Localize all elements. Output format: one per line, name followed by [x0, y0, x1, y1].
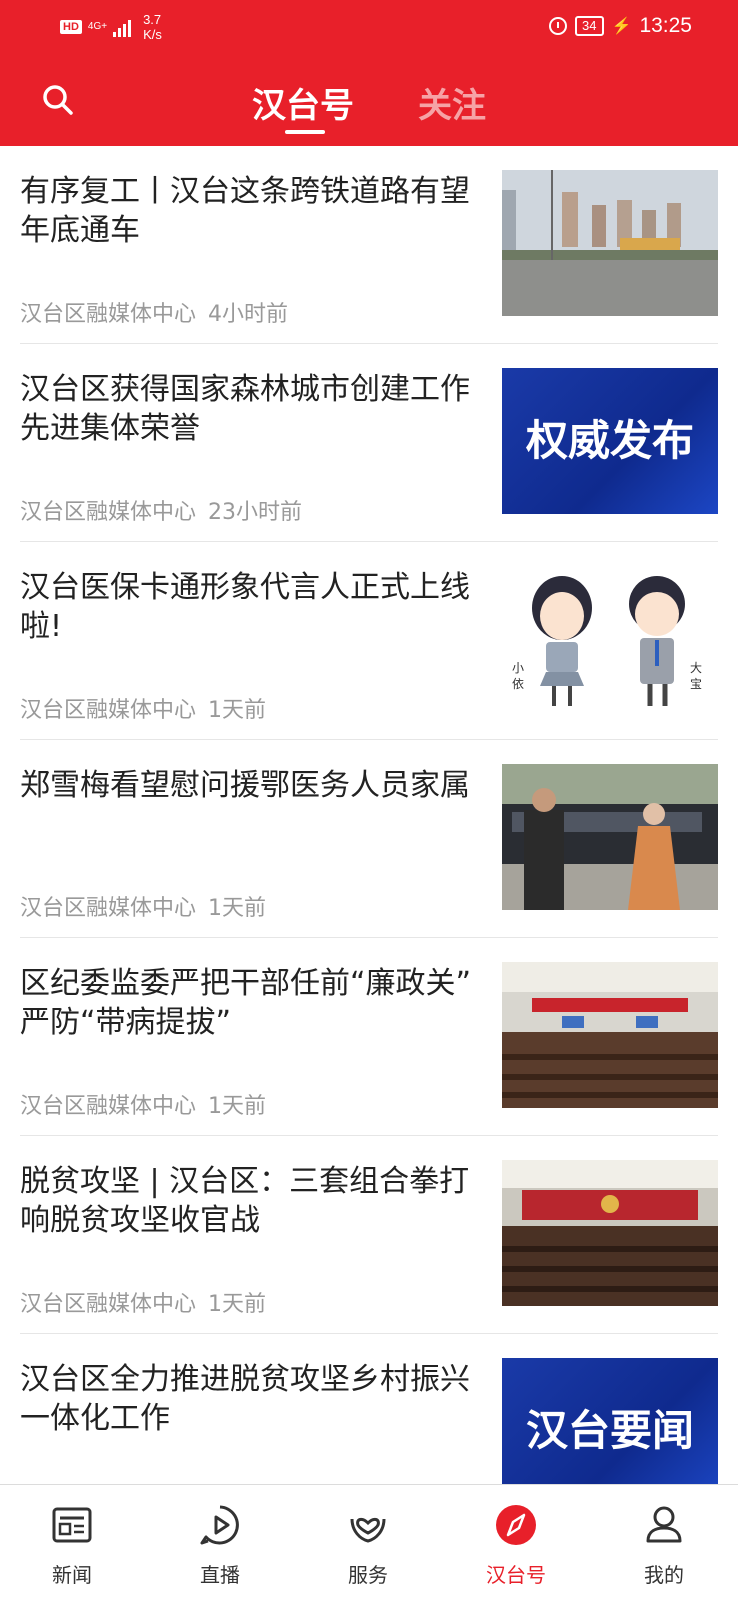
news-source: 汉台区融媒体中心: [20, 698, 197, 723]
thumb-banner-text: 权威发布: [525, 416, 694, 465]
nav-label: 新闻: [52, 1563, 92, 1587]
news-meta: 汉台区融媒体中心 4小时前: [20, 296, 288, 328]
news-thumbnail: [502, 1160, 718, 1306]
header-tabs: 汉台号 关注: [0, 78, 738, 138]
news-item[interactable]: 区纪委监委严把干部任前“廉政关” 严防“带病提拔” 汉台区融媒体中心 1天前: [20, 938, 718, 1136]
nav-news[interactable]: 新闻: [12, 1485, 132, 1601]
nav-label: 直播: [200, 1563, 240, 1587]
bottom-nav: 新闻 直播 服务 汉台号 我的: [0, 1484, 738, 1601]
status-bar: HD 4G+ 3.7 K/s 34 ⚡ 13:25: [0, 0, 738, 56]
user-icon: [646, 1506, 682, 1543]
play-icon: [200, 1505, 239, 1545]
mascot-label-boy: 大宝: [690, 661, 703, 691]
news-source: 汉台区融媒体中心: [20, 1094, 197, 1119]
status-left: HD 4G+ 3.7 K/s: [60, 12, 162, 42]
news-source: 汉台区融媒体中心: [20, 896, 197, 921]
active-tab-indicator: [285, 130, 325, 134]
news-time: 1天前: [208, 1094, 267, 1119]
news-item[interactable]: 脱贫攻坚 | 汉台区：三套组合拳打响脱贫攻坚收官战 汉台区融媒体中心 1天前: [20, 1136, 718, 1334]
news-item[interactable]: 郑雪梅看望慰问援鄂医务人员家属 汉台区融媒体中心 1天前: [20, 740, 718, 938]
speed-unit: K/s: [143, 27, 162, 42]
news-meta: 汉台区融媒体中心 1天前: [20, 1286, 266, 1318]
news-title: 郑雪梅看望慰问援鄂医务人员家属: [20, 768, 470, 803]
nav-service[interactable]: 服务: [308, 1485, 428, 1601]
app-header: HD 4G+ 3.7 K/s 34 ⚡ 13:25 汉台号 关注: [0, 0, 738, 146]
meeting-photo: [502, 962, 718, 1108]
news-time: 1天前: [208, 698, 267, 723]
news-time: 4小时前: [208, 302, 289, 327]
heart-hands-icon: [350, 1517, 386, 1543]
news-meta: 汉台区融媒体中心 1天前: [20, 890, 266, 922]
news-title: 有序复工丨汉台这条跨铁道路有望年底通车: [20, 174, 470, 248]
nav-mine[interactable]: 我的: [604, 1485, 724, 1601]
clock: 13:25: [639, 14, 692, 37]
battery-indicator: 34: [575, 16, 604, 36]
newspaper-icon: [52, 1507, 92, 1543]
thumb-banner-text: 汉台要闻: [525, 1406, 694, 1455]
tab-follow[interactable]: 关注: [418, 78, 486, 127]
speed-value: 3.7: [143, 12, 162, 27]
signal-icon: [113, 17, 132, 37]
network-type: 4G+: [87, 21, 108, 32]
news-title: 区纪委监委严把干部任前“廉政关” 严防“带病提拔”: [20, 966, 472, 1040]
news-item[interactable]: 汉台医保卡通形象代言人正式上线啦! 汉台区融媒体中心 1天前 小依 大宝: [20, 542, 718, 740]
news-time: 23小时前: [208, 500, 303, 525]
news-source: 汉台区融媒体中心: [20, 500, 197, 525]
news-thumbnail: 权威发布: [502, 368, 718, 514]
news-meta: 汉台区融媒体中心 1天前: [20, 692, 266, 724]
alarm-icon: [549, 17, 568, 35]
news-list: 有序复工丨汉台这条跨铁道路有望年底通车 汉台区融媒体中心 4小时前 汉台区获得国家…: [0, 146, 738, 1531]
news-thumbnail: 汉台要闻: [502, 1358, 718, 1504]
charging-icon: ⚡: [611, 18, 632, 35]
nav-label: 我的: [644, 1563, 684, 1587]
news-thumbnail: [502, 764, 718, 910]
cartoon-mascots: [532, 576, 685, 706]
network-speed: 3.7 K/s: [143, 12, 162, 42]
news-item[interactable]: 有序复工丨汉台这条跨铁道路有望年底通车 汉台区融媒体中心 4小时前: [20, 146, 718, 344]
nav-label: 服务: [348, 1563, 388, 1587]
news-thumbnail: [502, 962, 718, 1108]
nav-label: 汉台号: [486, 1563, 546, 1587]
news-title: 汉台医保卡通形象代言人正式上线啦!: [20, 570, 470, 644]
hd-badge: HD: [60, 20, 82, 34]
street-photo: [502, 170, 718, 316]
news-source: 汉台区融媒体中心: [20, 302, 197, 327]
news-thumbnail: [502, 170, 718, 316]
tab-hantaihao[interactable]: 汉台号: [252, 78, 354, 127]
news-meta: 汉台区融媒体中心 23小时前: [20, 494, 302, 526]
status-right: 34 ⚡ 13:25: [549, 14, 692, 38]
mascot-label-girl: 小依: [512, 661, 525, 691]
conference-photo: [502, 1160, 718, 1306]
news-title: 汉台区全力推进脱贫攻坚乡村振兴一体化工作: [20, 1362, 470, 1436]
news-thumbnail: 小依 大宝: [502, 566, 718, 712]
news-time: 1天前: [208, 896, 267, 921]
news-meta: 汉台区融媒体中心 1天前: [20, 1088, 266, 1120]
visit-photo: [502, 764, 718, 910]
news-time: 1天前: [208, 1292, 267, 1317]
news-title: 汉台区获得国家森林城市创建工作先进集体荣誉: [20, 372, 470, 446]
news-source: 汉台区融媒体中心: [20, 1292, 197, 1317]
nav-hantaihao[interactable]: 汉台号: [456, 1485, 576, 1601]
nav-live[interactable]: 直播: [160, 1485, 280, 1601]
news-title: 脱贫攻坚 | 汉台区：三套组合拳打响脱贫攻坚收官战: [20, 1164, 470, 1238]
compass-icon: [496, 1505, 536, 1545]
news-item[interactable]: 汉台区获得国家森林城市创建工作先进集体荣誉 汉台区融媒体中心 23小时前 权威发布: [20, 344, 718, 542]
